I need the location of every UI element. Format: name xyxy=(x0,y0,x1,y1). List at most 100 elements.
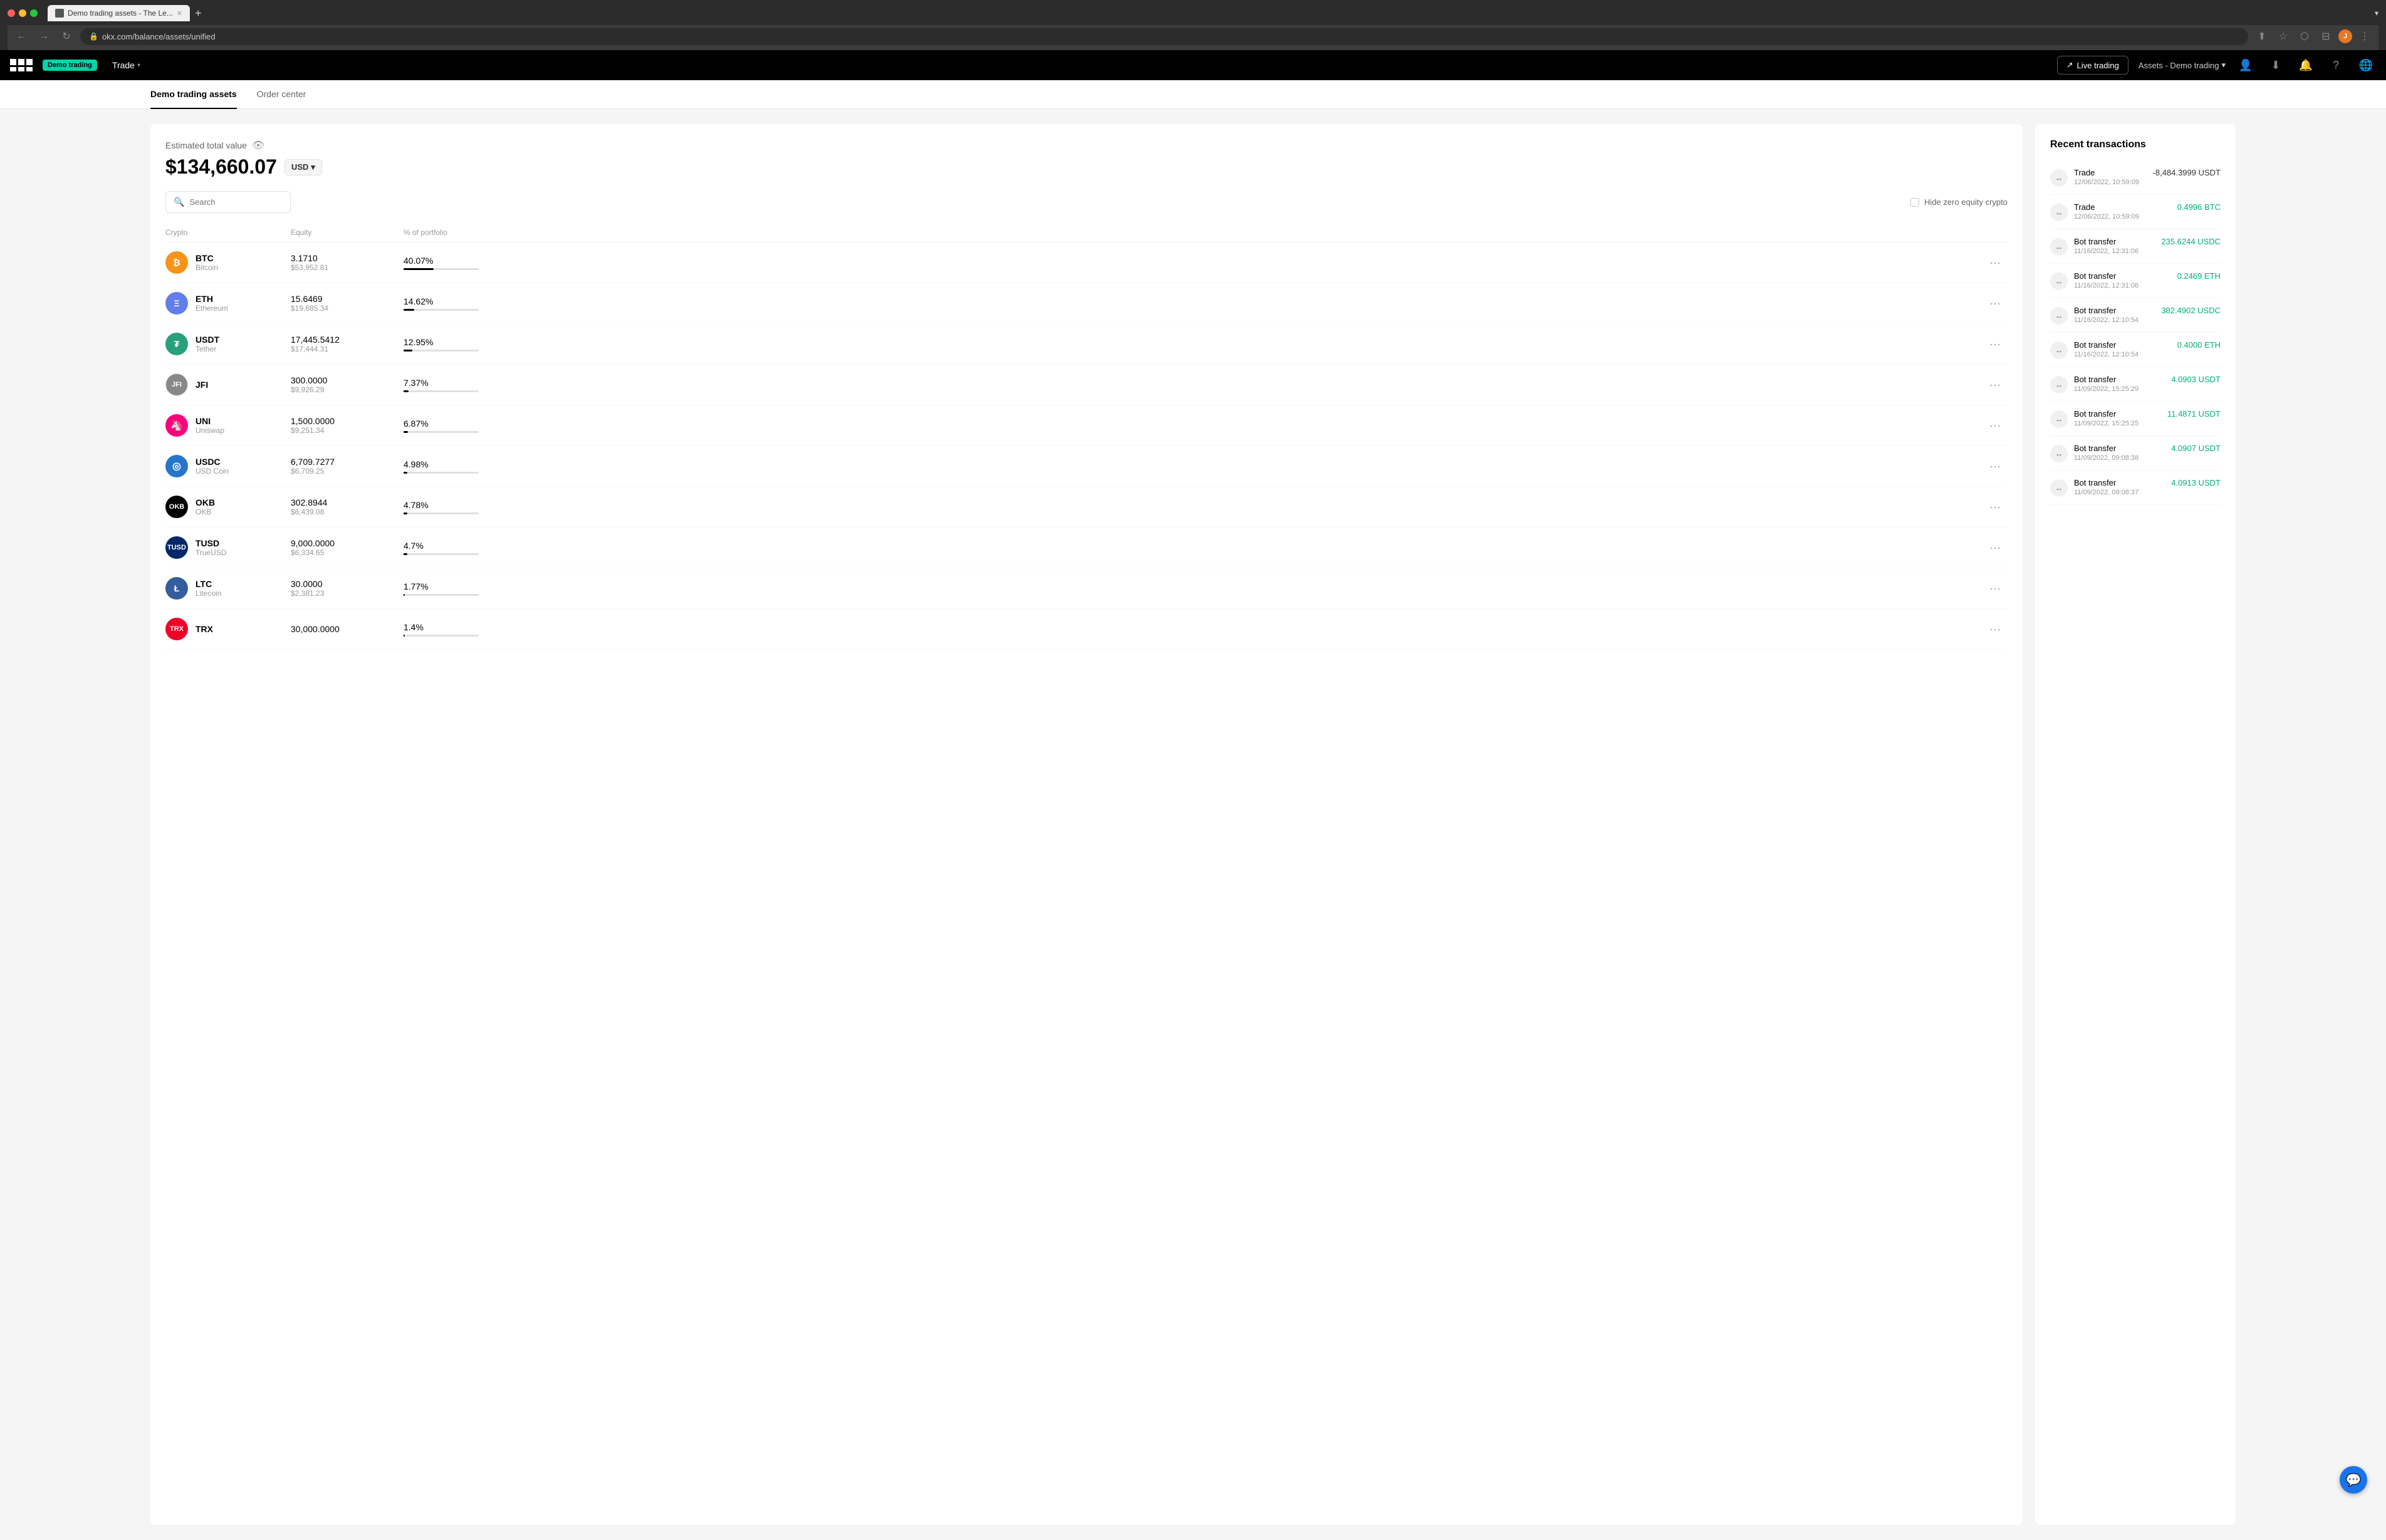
asset-more-button[interactable]: ··· xyxy=(1982,378,2008,392)
transaction-icon: ↔ xyxy=(2050,376,2068,393)
extensions-button[interactable]: ⬡ xyxy=(2296,28,2313,45)
asset-more-button[interactable]: ··· xyxy=(1982,460,2008,473)
search-icon: 🔍 xyxy=(174,197,184,207)
transaction-amount: -8,484.3999 USDT xyxy=(2153,168,2221,177)
asset-fullname: Tether xyxy=(195,345,219,353)
asset-more-button[interactable]: ··· xyxy=(1982,256,2008,269)
search-box[interactable]: 🔍 xyxy=(165,191,291,213)
active-tab[interactable]: Demo trading assets - The Le... ✕ xyxy=(48,5,190,21)
transaction-amount: 4.0913 USDT xyxy=(2171,478,2221,487)
asset-more-button[interactable]: ··· xyxy=(1982,623,2008,636)
asset-info-usdc: ◎ USDC USD Coin xyxy=(165,455,291,477)
hide-zero-checkbox[interactable] xyxy=(1910,198,1919,207)
tab-close-button[interactable]: ✕ xyxy=(177,9,182,18)
share-button[interactable]: ⬆ xyxy=(2253,28,2271,45)
equity-amount: 30,000.0000 xyxy=(291,624,404,634)
portfolio-bar xyxy=(404,472,479,474)
portfolio-bar xyxy=(404,594,479,596)
table-row: JFI JFI 300.0000 $9,926.29 7.37% ··· xyxy=(165,365,2008,405)
chat-button[interactable]: 💬 xyxy=(2340,1466,2367,1494)
portfolio-fill xyxy=(404,512,407,514)
asset-more-button[interactable]: ··· xyxy=(1982,297,2008,310)
portfolio-pct: 14.62% xyxy=(404,296,1982,306)
currency-selector[interactable]: USD ▾ xyxy=(284,159,322,175)
transaction-amount: 382.4902 USDC xyxy=(2161,306,2221,315)
transaction-icon: ↔ xyxy=(2050,341,2068,359)
transaction-icon: ↔ xyxy=(2050,238,2068,256)
close-window-button[interactable] xyxy=(8,9,15,17)
live-trading-button[interactable]: Live trading xyxy=(2057,56,2128,75)
portfolio-bar xyxy=(404,553,479,555)
asset-more-button[interactable]: ··· xyxy=(1982,501,2008,514)
tab-label: Demo trading assets - The Le... xyxy=(68,9,173,18)
asset-info-eth: Ξ ETH Ethereum xyxy=(165,292,291,315)
forward-button[interactable]: → xyxy=(35,28,53,45)
new-tab-button[interactable]: + xyxy=(192,7,204,20)
table-row: ₮ USDT Tether 17,445.5412 $17,444.31 12.… xyxy=(165,324,2008,365)
equity-amount: 9,000.0000 xyxy=(291,538,404,548)
language-button[interactable]: 🌐 xyxy=(2356,55,2376,75)
logo[interactable] xyxy=(10,59,33,71)
asset-more-button[interactable]: ··· xyxy=(1982,541,2008,554)
equity-usd: $6,709.25 xyxy=(291,467,404,476)
equity-amount: 302.8944 xyxy=(291,497,404,507)
portfolio-pct: 4.7% xyxy=(404,541,1982,551)
transaction-amount: 4.0907 USDT xyxy=(2171,444,2221,453)
portfolio-bar xyxy=(404,268,479,270)
asset-symbol: OKB xyxy=(195,497,215,507)
search-input[interactable] xyxy=(189,197,277,207)
bookmark-button[interactable]: ☆ xyxy=(2274,28,2292,45)
reload-button[interactable]: ↻ xyxy=(58,28,75,45)
tab-demo-trading-assets[interactable]: Demo trading assets xyxy=(150,80,237,109)
transaction-item: ↔ Trade 12/06/2022, 10:59:09 0.4996 BTC xyxy=(2050,195,2221,229)
tusd-icon: TUSD xyxy=(165,536,188,559)
user-profile-button[interactable]: 👤 xyxy=(2236,55,2256,75)
okx-logo-svg xyxy=(10,59,33,71)
asset-more-button[interactable]: ··· xyxy=(1982,582,2008,595)
maximize-window-button[interactable] xyxy=(30,9,38,17)
main-content: Estimated total value 👁 $134,660.07 USD … xyxy=(0,109,2386,1540)
transaction-date: 11/09/2022, 09:08:37 xyxy=(2074,489,2165,496)
back-button[interactable]: ← xyxy=(13,28,30,45)
equity-amount: 15.6469 xyxy=(291,294,404,304)
asset-more-button[interactable]: ··· xyxy=(1982,419,2008,432)
trx-icon: TRX xyxy=(165,618,188,640)
tab-order-center[interactable]: Order center xyxy=(257,80,306,109)
asset-fullname: TrueUSD xyxy=(195,548,227,557)
table-row: TUSD TUSD TrueUSD 9,000.0000 $6,334.65 4… xyxy=(165,528,2008,568)
toggle-visibility-button[interactable]: 👁 xyxy=(252,139,264,152)
transaction-item: ↔ Bot transfer 11/09/2022, 15:25:29 4.09… xyxy=(2050,367,2221,402)
trade-menu[interactable]: Trade ▾ xyxy=(107,60,145,70)
transaction-item: ↔ Bot transfer 11/09/2022, 15:25:25 11.4… xyxy=(2050,402,2221,436)
transaction-info: Bot transfer 11/09/2022, 15:25:25 xyxy=(2074,409,2161,427)
minimize-window-button[interactable] xyxy=(19,9,26,17)
transaction-type: Bot transfer xyxy=(2074,375,2165,384)
assets-chevron-icon: ▾ xyxy=(2221,60,2226,70)
transaction-item: ↔ Bot transfer 11/16/2022, 12:10:54 382.… xyxy=(2050,298,2221,333)
sub-navigation: Demo trading assets Order center xyxy=(0,80,2386,109)
help-button[interactable]: ? xyxy=(2326,55,2346,75)
app-container: Demo trading Trade ▾ Live trading Assets… xyxy=(0,50,2386,1540)
notifications-button[interactable]: 🔔 xyxy=(2296,55,2316,75)
asset-info-usdt: ₮ USDT Tether xyxy=(165,333,291,355)
browser-dropdown-button[interactable]: ▾ xyxy=(2375,9,2378,18)
portfolio-pct: 6.87% xyxy=(404,419,1982,429)
profile-button[interactable]: ⊟ xyxy=(2317,28,2335,45)
user-avatar[interactable]: J xyxy=(2338,29,2352,43)
jfi-icon: JFI xyxy=(165,373,188,396)
usdt-icon: ₮ xyxy=(165,333,188,355)
transaction-info: Bot transfer 11/09/2022, 15:25:29 xyxy=(2074,375,2165,393)
portfolio-bar xyxy=(404,350,479,351)
transaction-info: Trade 12/06/2022, 10:59:09 xyxy=(2074,168,2147,186)
transaction-info: Bot transfer 11/16/2022, 12:31:06 xyxy=(2074,237,2155,255)
menu-button[interactable]: ⋮ xyxy=(2356,28,2373,45)
asset-info-ltc: Ł LTC Litecoin xyxy=(165,577,291,600)
address-bar[interactable]: 🔒 okx.com/balance/assets/unified xyxy=(80,28,2248,45)
asset-more-button[interactable]: ··· xyxy=(1982,338,2008,351)
assets-menu[interactable]: Assets - Demo trading ▾ xyxy=(2139,60,2226,70)
download-button[interactable]: ⬇ xyxy=(2266,55,2286,75)
uni-icon: 🦄 xyxy=(165,414,188,437)
hide-zero-toggle[interactable]: Hide zero equity crypto xyxy=(1910,197,2008,207)
table-row: 🦄 UNI Uniswap 1,500.0000 $9,251.34 6.87%… xyxy=(165,405,2008,446)
portfolio-fill xyxy=(404,268,434,270)
